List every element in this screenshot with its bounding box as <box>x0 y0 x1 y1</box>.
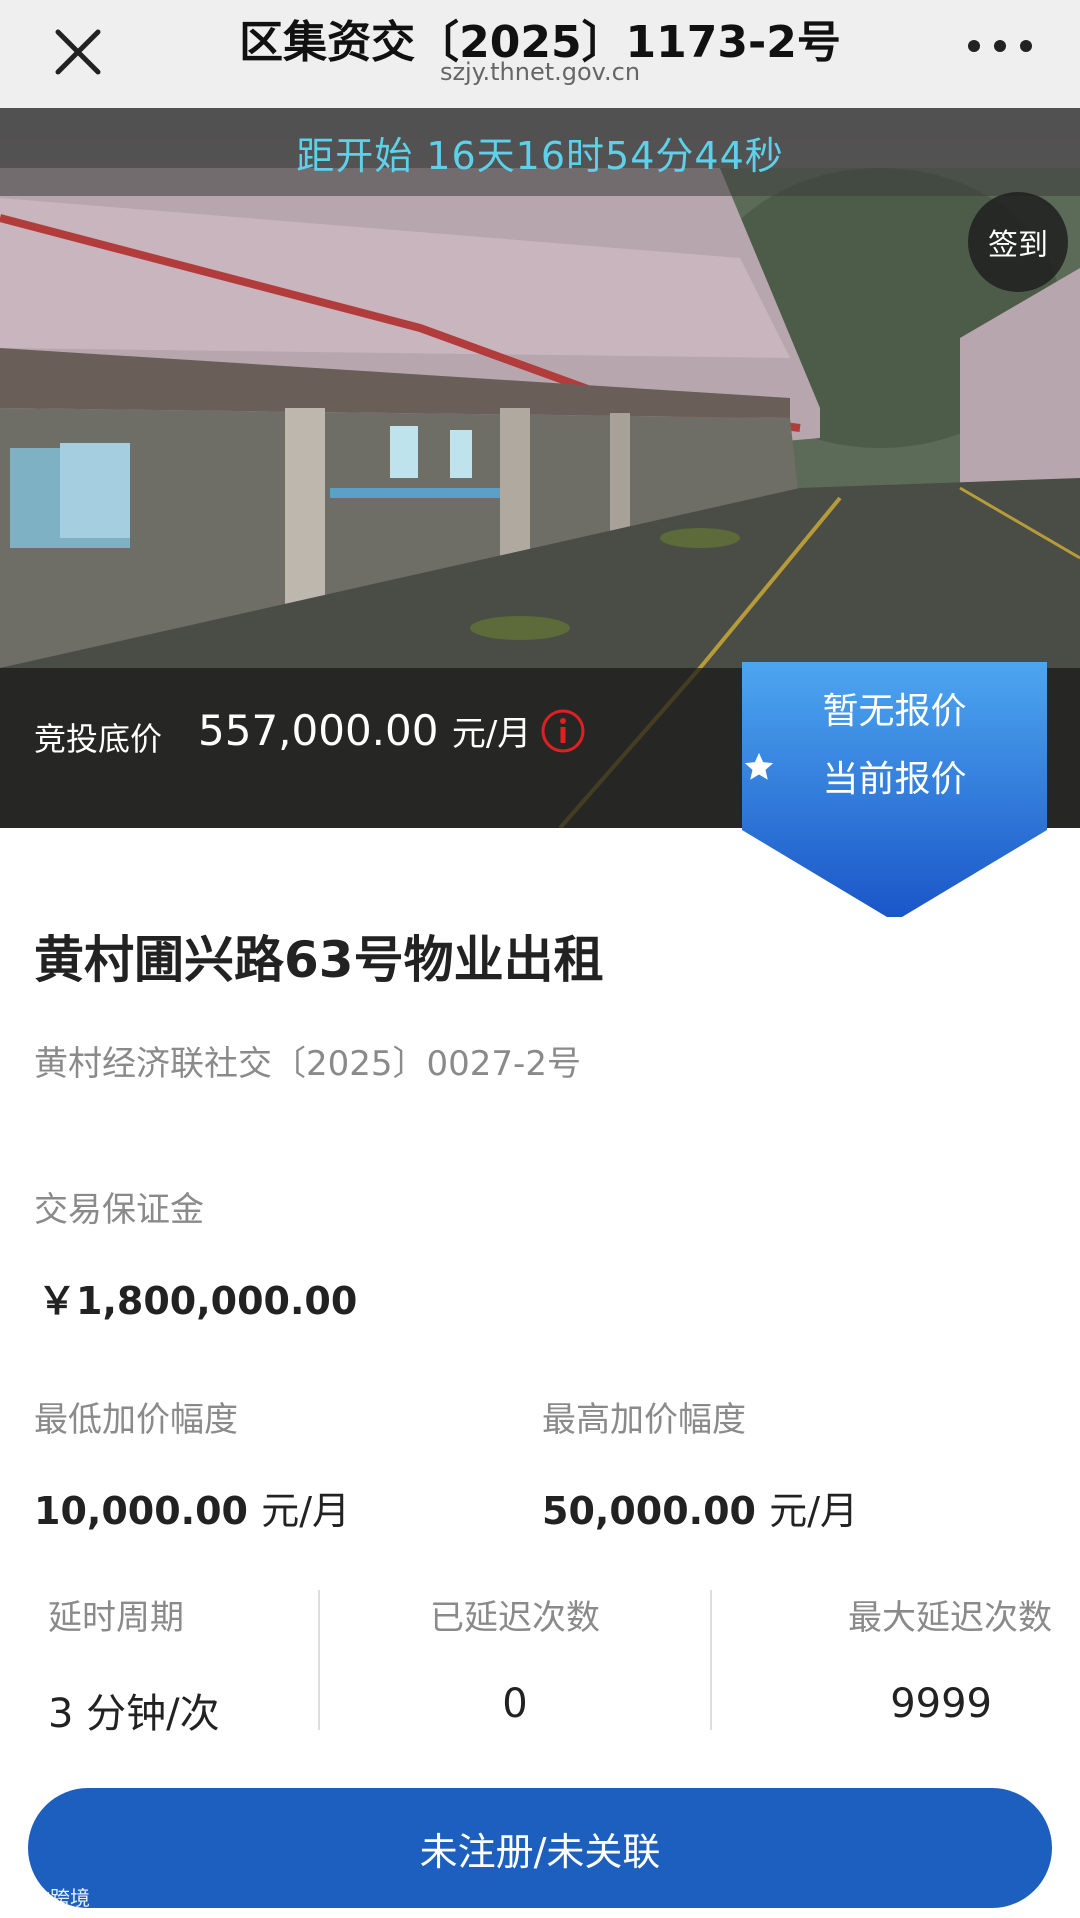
item-title: 黄村圃兴路63号物业出租 <box>34 931 604 989</box>
delay-period-label: 延时周期 <box>48 1598 184 1638</box>
min-increment-label: 最低加价幅度 <box>34 1400 238 1440</box>
base-price-label: 竞投底价 <box>34 720 163 758</box>
countdown-timer: 距开始 16天16时54分44秒 <box>0 108 1080 196</box>
min-increment-value: 10,000.00 元/月 <box>34 1480 350 1535</box>
max-delay-stat: 最大延迟次数 9999 <box>712 1590 1052 1730</box>
page-url: szjy.thnet.gov.cn <box>439 58 641 86</box>
max-increment-label: 最高加价幅度 <box>542 1400 746 1440</box>
more-button[interactable] <box>968 26 1032 66</box>
star-icon <box>744 752 774 780</box>
max-increment-amount: 50,000.00 <box>542 1489 756 1533</box>
watermark: 大数跨境 <box>10 1886 90 1910</box>
checkin-button[interactable]: 签到 <box>968 192 1068 292</box>
delay-period-stat: 延时周期 3 分钟/次 <box>48 1590 318 1737</box>
min-increment-amount: 10,000.00 <box>34 1489 248 1533</box>
base-price-amount: 557,000.00 <box>198 706 439 755</box>
current-quote-label-row: 当前报价 <box>742 750 1047 802</box>
more-icon <box>968 40 980 52</box>
max-delay-value: 9999 <box>890 1681 992 1727</box>
base-price-value: 557,000.00 元/月 <box>198 706 531 755</box>
current-quote-badge: 暂无报价 当前报价 <box>742 662 1047 917</box>
max-increment-value: 50,000.00 元/月 <box>542 1480 858 1535</box>
min-increment-unit: 元/月 <box>261 1489 351 1533</box>
close-icon <box>55 29 101 75</box>
current-quote-label: 当前报价 <box>822 759 967 800</box>
delay-period-value: 3 分钟/次 <box>48 1691 220 1737</box>
quote-status: 暂无报价 <box>822 691 967 732</box>
base-price-unit: 元/月 <box>451 714 532 754</box>
delayed-count-value: 0 <box>502 1681 528 1727</box>
delayed-count-stat: 已延迟次数 0 <box>320 1590 710 1730</box>
more-icon-dot <box>994 40 1006 52</box>
register-button[interactable]: 未注册/未关联 <box>28 1788 1052 1908</box>
delay-stats: 延时周期 3 分钟/次 已延迟次数 0 最大延迟次数 9999 <box>0 1590 1080 1737</box>
top-bar: 区集资交〔2025〕1173-2号 szjy.thnet.gov.cn <box>0 0 1080 108</box>
more-icon-dot <box>1020 40 1032 52</box>
close-button[interactable] <box>48 22 108 82</box>
delayed-count-label: 已延迟次数 <box>430 1598 600 1638</box>
deposit-value: ￥1,800,000.00 <box>38 1279 358 1323</box>
deposit-label: 交易保证金 <box>34 1190 204 1230</box>
max-delay-label: 最大延迟次数 <box>848 1598 1052 1638</box>
info-icon[interactable] <box>540 708 586 754</box>
max-increment-unit: 元/月 <box>769 1489 859 1533</box>
item-code: 黄村经济联社交〔2025〕0027-2号 <box>34 1044 581 1084</box>
